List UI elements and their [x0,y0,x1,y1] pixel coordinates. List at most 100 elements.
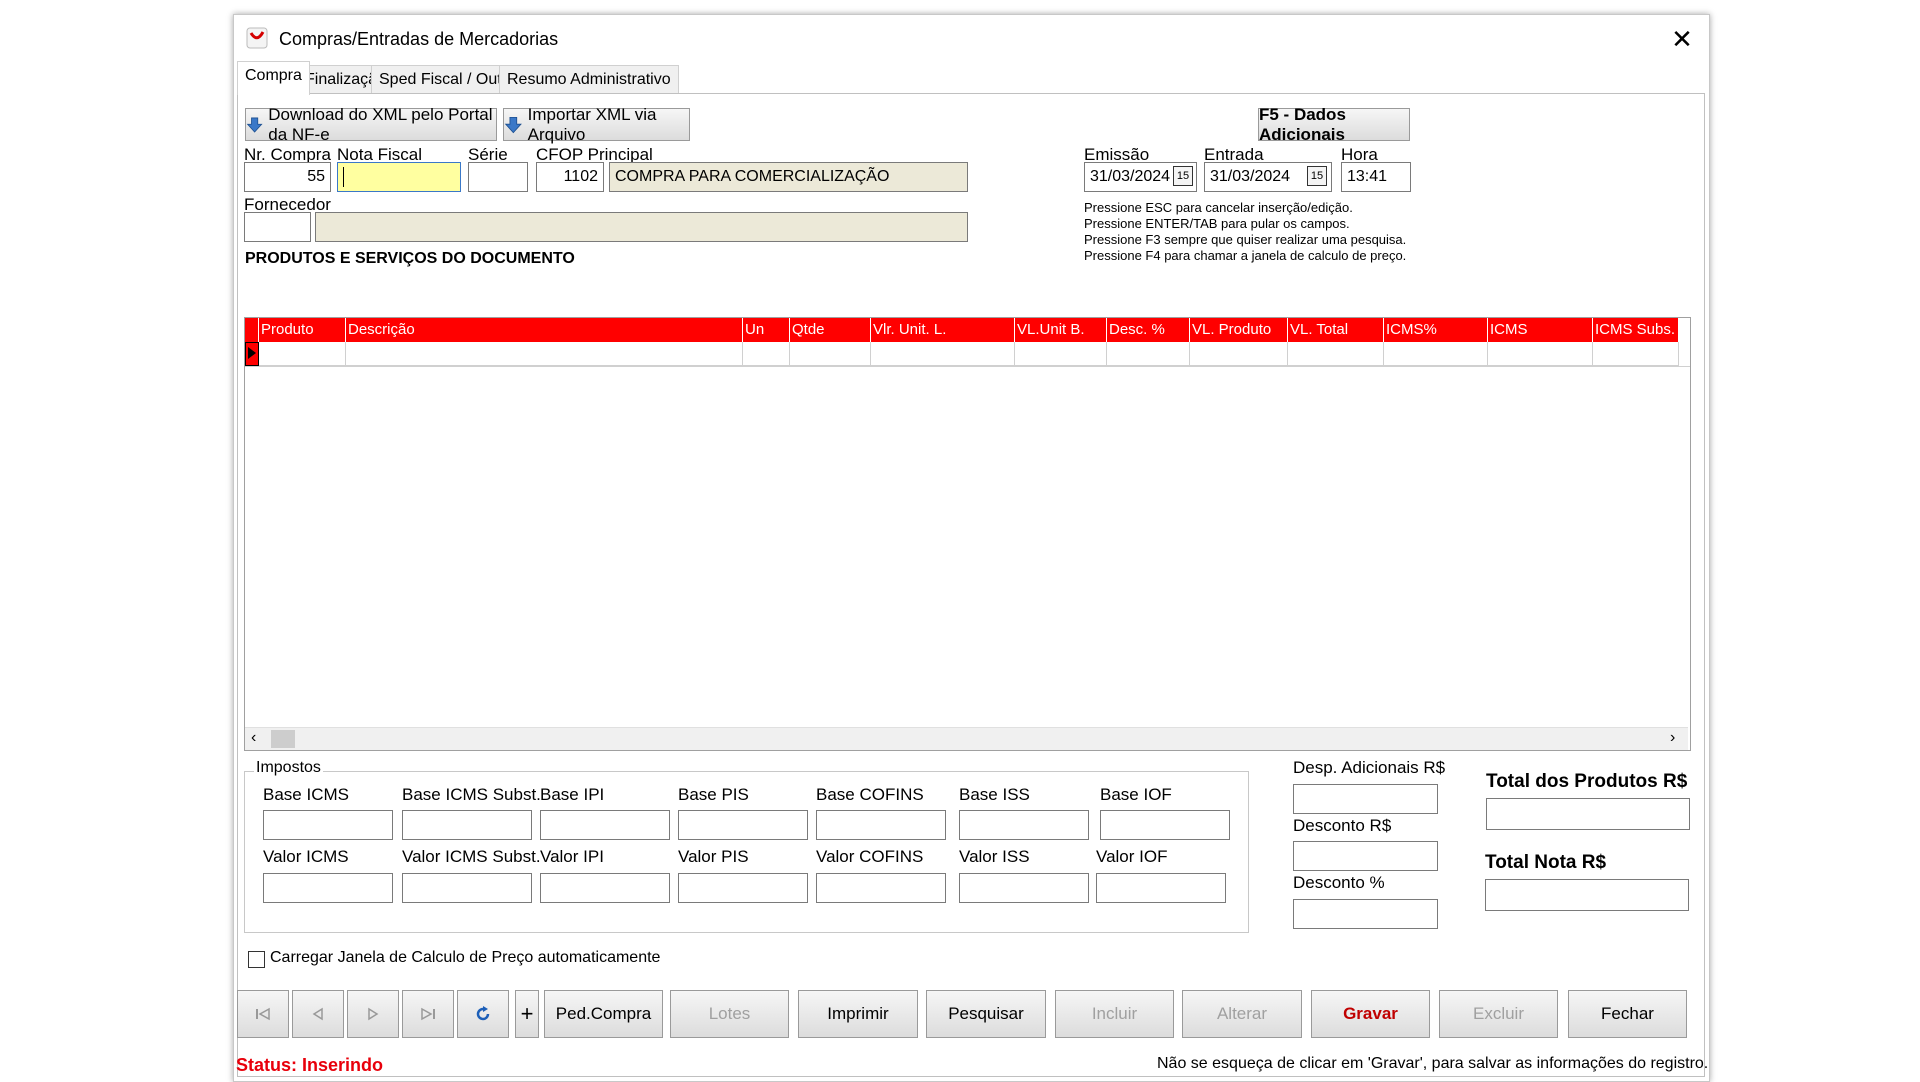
col-header-qtde[interactable]: Qtde [790,318,871,342]
valor-pis-field[interactable] [678,873,808,903]
table-cell[interactable] [871,342,1015,366]
desconto-pct-label: Desconto % [1293,873,1385,892]
col-header-vl-total[interactable]: VL. Total [1288,318,1384,342]
dados-adicionais-button[interactable]: F5 - Dados Adicionais [1258,105,1410,144]
products-section-title: PRODUTOS E SERVIÇOS DO DOCUMENTO [245,250,575,267]
col-header-descricao[interactable]: Descrição [346,318,743,342]
calendar-icon[interactable]: 15 [1173,166,1193,186]
valor-ipi-field[interactable] [540,873,670,903]
horizontal-scrollbar[interactable]: ‹ › [245,727,1688,750]
refresh-icon [476,1006,490,1021]
grid-indicator-header [245,318,259,342]
auto-price-checkbox-label[interactable]: Carregar Janela de Calculo de Preço auto… [270,949,660,967]
scroll-right-icon[interactable]: › [1670,729,1675,747]
col-header-icms-subs[interactable]: ICMS Subs. [1593,318,1679,342]
serie-field[interactable] [468,162,528,192]
row-indicator[interactable] [245,342,259,366]
table-cell[interactable] [1190,342,1288,366]
scroll-left-icon[interactable]: ‹ [251,729,256,747]
base-iof-field[interactable] [1100,810,1230,840]
valor-cofins-label: Valor COFINS [816,847,924,866]
desconto-label: Desconto R$ [1293,816,1392,835]
add-button[interactable]: + [515,990,539,1038]
base-icms-subst-field[interactable] [402,810,532,840]
fechar-button[interactable]: Fechar [1568,990,1687,1038]
col-header-icms[interactable]: ICMS [1488,318,1593,342]
col-header-desc-pct[interactable]: Desc. % [1107,318,1190,342]
pesquisar-button[interactable]: Pesquisar [926,990,1046,1038]
download-xml-button[interactable]: Download do XML pelo Portal da NF-e [245,105,497,144]
last-record-button[interactable] [402,990,454,1038]
desconto-field[interactable] [1293,841,1438,871]
nr-compra-field[interactable]: 55 [244,162,331,192]
hint-f4: Pressione F4 para chamar a janela de cal… [1084,248,1407,263]
col-header-icms-pct[interactable]: ICMS% [1384,318,1488,342]
valor-icms-field[interactable] [263,873,393,903]
desp-adicionais-field[interactable] [1293,784,1438,814]
valor-iss-field[interactable] [959,873,1089,903]
nota-fiscal-field[interactable] [337,162,461,192]
refresh-button[interactable] [457,990,509,1038]
cfop-code-field[interactable]: 1102 [536,162,604,192]
next-record-button[interactable] [347,990,399,1038]
base-pis-field[interactable] [678,810,808,840]
prev-record-button[interactable] [292,990,344,1038]
window-title: Compras/Entradas de Mercadorias [279,29,559,49]
calendar-icon[interactable]: 15 [1307,166,1327,186]
base-icms-field[interactable] [263,810,393,840]
table-cell[interactable] [1288,342,1384,366]
import-xml-button[interactable]: Importar XML via Arquivo [503,105,690,144]
valor-icms-subst-field[interactable] [402,873,532,903]
table-cell[interactable] [259,342,346,366]
fornecedor-name-field [315,212,968,242]
valor-iof-field[interactable] [1096,873,1226,903]
desconto-pct-field[interactable] [1293,899,1438,929]
title-bar: Compras/Entradas de Mercadorias ✕ [234,15,1709,65]
hint-enter: Pressione ENTER/TAB para pular os campos… [1084,216,1350,231]
tab-compra[interactable]: Compra [237,61,310,95]
gravar-button[interactable]: Gravar [1311,990,1430,1038]
col-header-vl-unit-b[interactable]: VL.Unit B. [1015,318,1107,342]
col-header-vlr-unit-l[interactable]: Vlr. Unit. L. [871,318,1015,342]
table-cell[interactable] [1488,342,1593,366]
download-xml-label: Download do XML pelo Portal da NF-e [268,104,493,144]
table-cell[interactable] [790,342,871,366]
table-cell[interactable] [743,342,790,366]
base-ipi-field[interactable] [540,810,670,840]
col-header-produto[interactable]: Produto [259,318,346,342]
base-cofins-field[interactable] [816,810,946,840]
table-cell[interactable] [1015,342,1107,366]
tab-resumo-administrativo[interactable]: Resumo Administrativo [499,65,679,94]
first-record-button[interactable] [237,990,289,1038]
auto-price-checkbox[interactable] [248,951,265,968]
hora-field[interactable]: 13:41 [1341,162,1411,192]
grid-row-divider [245,366,1690,367]
incluir-button[interactable]: Incluir [1055,990,1174,1038]
lotes-button[interactable]: Lotes [670,990,789,1038]
valor-iof-label: Valor IOF [1096,847,1168,866]
valor-icms-subst-label: Valor ICMS Subst. [402,847,541,866]
cfop-description-field: COMPRA PARA COMERCIALIZAÇÃO [609,162,968,192]
col-header-un[interactable]: Un [743,318,790,342]
total-produtos-field [1486,798,1690,830]
base-iss-field[interactable] [959,810,1089,840]
valor-cofins-field[interactable] [816,873,946,903]
table-cell[interactable] [1384,342,1488,366]
base-iss-label: Base ISS [959,785,1030,804]
total-produtos-label: Total dos Produtos R$ [1486,771,1688,792]
table-cell[interactable] [1107,342,1190,366]
products-grid[interactable]: Produto Descrição Un Qtde Vlr. Unit. L. … [244,317,1691,751]
table-cell[interactable] [1593,342,1679,366]
text-cursor [343,166,344,187]
scrollbar-thumb[interactable] [271,730,295,748]
close-icon[interactable]: ✕ [1668,25,1696,53]
desp-adicionais-label: Desp. Adicionais R$ [1293,758,1446,777]
fornecedor-code-field[interactable] [244,212,311,242]
excluir-button[interactable]: Excluir [1439,990,1558,1038]
table-cell[interactable] [346,342,743,366]
alterar-button[interactable]: Alterar [1182,990,1302,1038]
col-header-vl-produto[interactable]: VL. Produto [1190,318,1288,342]
ped-compra-button[interactable]: Ped.Compra [544,990,663,1038]
imprimir-button[interactable]: Imprimir [798,990,918,1038]
next-record-icon [368,1007,379,1021]
